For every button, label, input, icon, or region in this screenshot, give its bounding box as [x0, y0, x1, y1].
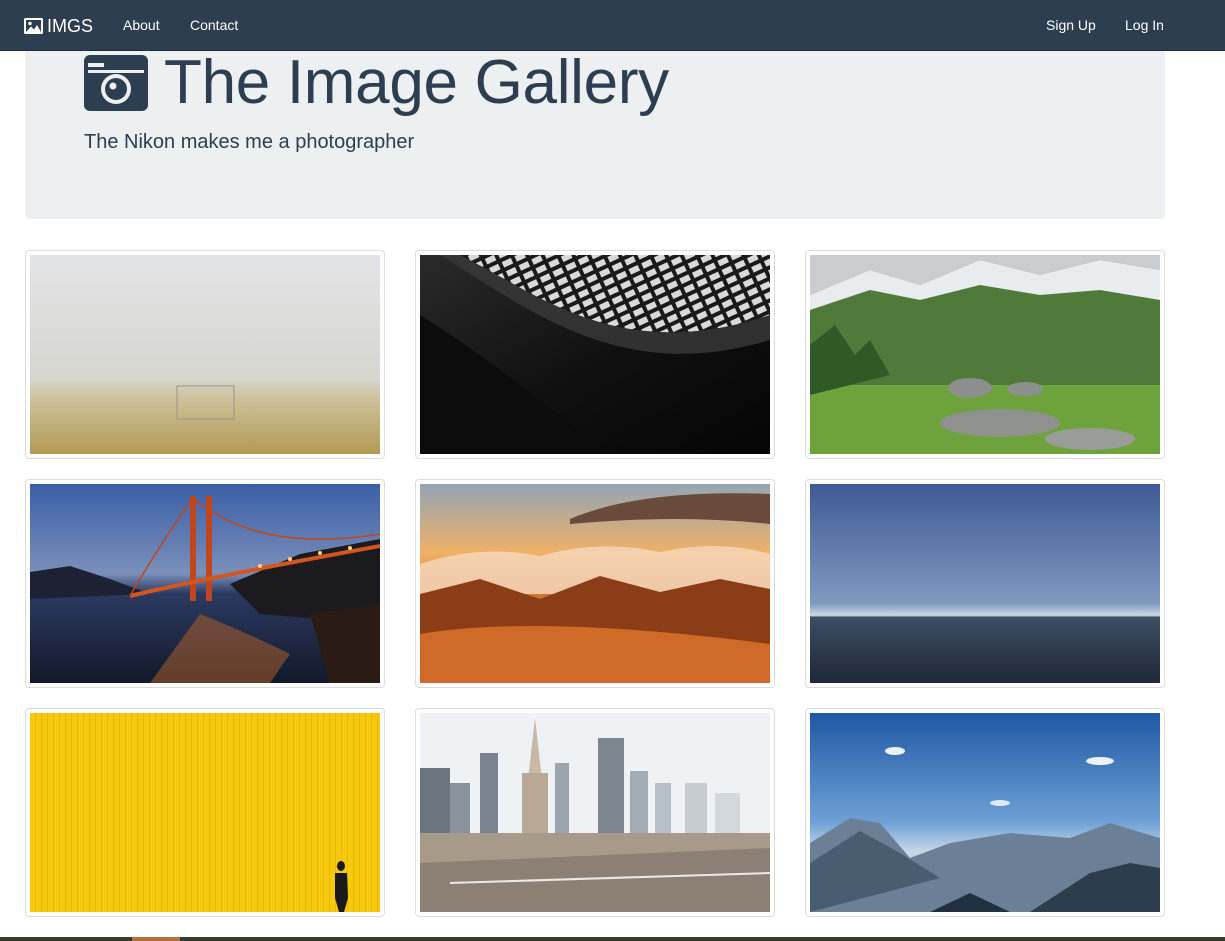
sea-horizon-image — [810, 484, 1160, 683]
city-skyline-image — [420, 713, 770, 912]
yellow-wall-image — [30, 713, 380, 912]
camera-icon — [84, 55, 148, 111]
nav-signup-link[interactable]: Sign Up — [1046, 17, 1096, 33]
nav-contact-link[interactable]: Contact — [190, 17, 238, 33]
nav-about-link[interactable]: About — [123, 17, 160, 33]
gallery-thumbnail[interactable] — [415, 250, 775, 459]
page-subtitle: The Nikon makes me a photographer — [84, 131, 415, 153]
mountain-valley-image — [810, 255, 1160, 454]
brand-link[interactable]: IMGS — [24, 14, 93, 38]
gallery-thumbnail[interactable] — [25, 250, 385, 459]
foggy-field-image — [30, 255, 380, 454]
gallery-thumbnail[interactable] — [415, 479, 775, 688]
nav-login-link[interactable]: Log In — [1125, 17, 1164, 33]
bottom-edge — [0, 937, 1225, 941]
gallery-thumbnail[interactable] — [805, 708, 1165, 917]
gallery-thumbnail[interactable] — [805, 250, 1165, 459]
gallery-thumbnail[interactable] — [415, 708, 775, 917]
navbar: IMGS About Contact Sign Up Log In — [0, 0, 1225, 51]
jumbotron: The Image Gallery The Nikon makes me a p… — [25, 51, 1165, 219]
bottom-edge-accent — [132, 937, 180, 941]
page-title-text: The Image Gallery — [164, 48, 669, 117]
gallery-thumbnail[interactable] — [25, 708, 385, 917]
sunset-clouds-image — [420, 484, 770, 683]
gallery-thumbnail[interactable] — [805, 479, 1165, 688]
mountain-range-image — [810, 713, 1160, 912]
image-icon — [24, 18, 43, 34]
golden-gate-image — [30, 484, 380, 683]
brand-text: IMGS — [47, 15, 94, 36]
architecture-image — [420, 255, 770, 454]
gallery-thumbnail[interactable] — [25, 479, 385, 688]
page-title: The Image Gallery — [84, 51, 669, 115]
